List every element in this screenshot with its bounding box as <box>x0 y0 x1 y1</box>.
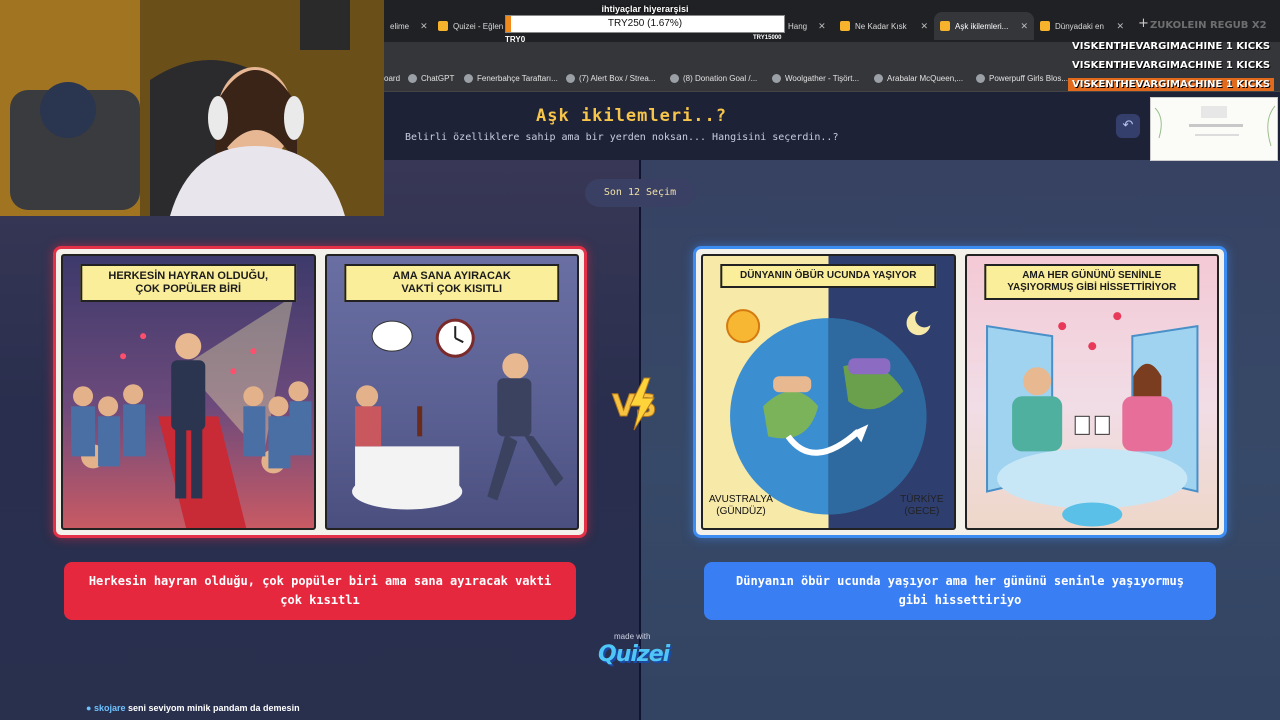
chat-user-icon: ● <box>86 703 92 713</box>
donation-progress-bar: TRY250 (1.67%) <box>505 15 785 33</box>
globe-illustration <box>726 309 931 515</box>
donation-title: ihtiyaçlar hiyerarşisi <box>601 4 689 14</box>
bookmark-label: Fenerbahçe Taraftarı... <box>477 74 558 83</box>
tab-2[interactable]: Quizei - Eğlen <box>432 12 504 40</box>
bookmark-item[interactable]: (8) Donation Goal /... <box>670 74 757 83</box>
tab-4[interactable]: Ne Kadar Kısk ✕ <box>834 12 934 40</box>
close-icon[interactable]: ✕ <box>1014 21 1028 32</box>
thumbnail-image <box>1151 98 1277 160</box>
option-card-right[interactable]: DÜNYANIN ÖBÜR UCUNDA YAŞIYOR AVUSTRALYA … <box>693 246 1227 538</box>
bookmark-label: Woolgather - Tişört... <box>785 74 860 83</box>
tab-label: Dünyadaki en <box>1055 21 1104 31</box>
option-card-left[interactable]: HERKESİN HAYRAN OLDUĞU, ÇOK POPÜLER BİRİ… <box>53 246 587 538</box>
bookmark-label: (7) Alert Box / Strea... <box>579 74 656 83</box>
webcam-feed-image <box>0 0 384 216</box>
undo-icon: ↶ <box>1122 118 1134 133</box>
webcam-overlay <box>0 0 384 216</box>
tab-label: Aşk ikilemleri... <box>955 21 1009 31</box>
comic-panel-popular: HERKESİN HAYRAN OLDUĞU, ÇOK POPÜLER BİRİ <box>61 254 316 530</box>
panel-caption: HERKESİN HAYRAN OLDUĞU, ÇOK POPÜLER BİRİ <box>80 264 296 303</box>
answer-button-right[interactable]: Dünyanın öbür ucunda yaşıyor ama her gün… <box>704 562 1216 620</box>
close-icon[interactable]: ✕ <box>812 21 826 32</box>
comic-panel-video-call: AMA HER GÜNÜNÜ SENİNLE YAŞIYORMUŞ GİBİ H… <box>964 254 1219 530</box>
tab-label: elime <box>390 21 410 31</box>
bookmark-item[interactable]: Arabalar McQueen,... <box>874 74 963 83</box>
chat-message: ● skojare seni seviyom minik pandam da d… <box>86 703 300 713</box>
tab-1[interactable]: elime ✕ <box>384 12 428 40</box>
shop-icon <box>874 74 883 83</box>
quizei-icon <box>1040 21 1050 31</box>
vs-lightning-icon: VS <box>612 377 657 431</box>
bookmark-item[interactable]: ChatGPT <box>408 74 454 83</box>
instagram-icon <box>464 74 473 83</box>
chat-text: seni seviyom minik pandam da demesin <box>128 703 300 713</box>
kick-alert: VISKENTHEVARGIMACHINE 1 KICKS <box>1072 41 1271 52</box>
kick-alert-faint: ZUKOLEIN REGUB X2 <box>1150 20 1267 31</box>
history-button[interactable]: Son 12 Seçim <box>585 179 695 207</box>
bookmark-item[interactable]: Powerpuff Girls Blos... <box>976 74 1068 83</box>
page-title: Aşk ikilemleri..? <box>536 106 727 126</box>
quizei-icon <box>940 21 950 31</box>
tab-label: Ne Kadar Kısk <box>855 21 907 31</box>
comic-panel-busy: AMA SANA AYIRACAK VAKTİ ÇOK KISITLI <box>324 254 579 530</box>
streamelements-icon <box>566 74 575 83</box>
answer-button-left[interactable]: Herkesin hayran olduğu, çok popüler biri… <box>64 562 576 620</box>
tab-3[interactable]: Hang ✕ <box>782 12 828 40</box>
shop-icon <box>976 74 985 83</box>
panel-caption: AMA SANA AYIRACAK VAKTİ ÇOK KISITLI <box>344 264 560 303</box>
bookmark-label: Arabalar McQueen,... <box>887 74 964 83</box>
quizei-logo[interactable]: Quizei <box>598 642 670 667</box>
bookmark-item[interactable]: Fenerbahçe Taraftarı... <box>464 74 558 83</box>
donation-max: TRY15000 <box>753 35 782 41</box>
new-tab-icon[interactable]: + <box>1138 16 1149 31</box>
location-label-right: TÜRKİYE (GECE) <box>900 494 944 517</box>
thumbnail-preview <box>1150 97 1278 161</box>
panel-caption: DÜNYANIN ÖBÜR UCUNDA YAŞIYOR <box>720 264 936 288</box>
donation-goal-widget: ihtiyaçlar hiyerarşisi TRY250 (1.67%) TR… <box>505 4 785 44</box>
donation-progress-text: TRY250 (1.67%) <box>607 18 683 29</box>
made-with-label: made with <box>614 632 651 641</box>
bookmark-item[interactable]: Woolgather - Tişört... <box>772 74 859 83</box>
chat-username: skojare <box>93 703 126 713</box>
kick-alert: VISKENTHEVARGIMACHINE 1 KICKS <box>1072 60 1271 71</box>
undo-button[interactable]: ↶ <box>1116 114 1140 138</box>
kick-alert: VISKENTHEVARGIMACHINE 1 KICKS <box>1068 78 1275 91</box>
tab-label: Quizei - Eğlen <box>453 21 504 31</box>
bookmark-label: ChatGPT <box>421 74 455 83</box>
tab-label: Hang <box>788 21 808 31</box>
close-icon[interactable]: ✕ <box>914 21 928 32</box>
chatgpt-icon <box>408 74 417 83</box>
panel-caption: AMA HER GÜNÜNÜ SENİNLE YAŞIYORMUŞ GİBİ H… <box>984 264 1200 300</box>
location-label-left: AVUSTRALYA (GÜNDÜZ) <box>709 494 773 517</box>
page-subtitle: Belirli özelliklere sahip ama bir yerden… <box>405 132 839 143</box>
bookmark-label: (8) Donation Goal /... <box>683 74 758 83</box>
bookmark-label: Powerpuff Girls Blos... <box>989 74 1068 83</box>
donation-min: TRY0 <box>505 35 526 44</box>
close-icon[interactable]: ✕ <box>1110 21 1124 32</box>
bookmark-label: oard <box>384 74 401 83</box>
quizei-icon <box>840 21 850 31</box>
bookmark-item[interactable]: (7) Alert Box / Strea... <box>566 74 655 83</box>
comic-panel-distance: DÜNYANIN ÖBÜR UCUNDA YAŞIYOR AVUSTRALYA … <box>701 254 956 530</box>
tab-active[interactable]: Aşk ikilemleri... ✕ <box>934 12 1034 40</box>
streamelements-icon <box>670 74 679 83</box>
shop-icon <box>772 74 781 83</box>
quizei-icon <box>438 21 448 31</box>
tab-6[interactable]: Dünyadaki en ✕ <box>1034 12 1130 40</box>
close-icon[interactable]: ✕ <box>414 21 428 32</box>
bookmark-item[interactable]: oard <box>384 74 400 83</box>
